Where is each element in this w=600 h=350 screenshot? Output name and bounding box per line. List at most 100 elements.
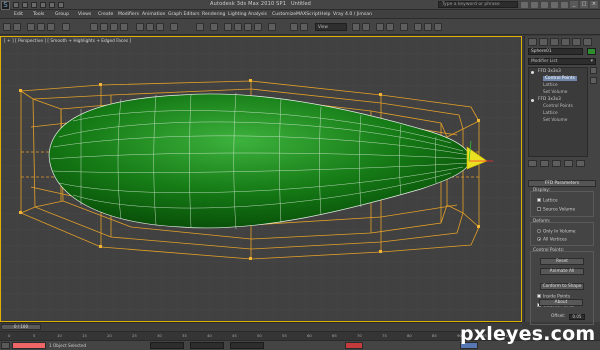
- menu-customize[interactable]: Customize: [272, 12, 296, 17]
- menu-tools[interactable]: Tools: [33, 12, 44, 17]
- layer-manager-icon[interactable]: [352, 23, 360, 31]
- percent-snap-icon[interactable]: [244, 23, 252, 31]
- menu-graph-editors[interactable]: Graph Editors: [168, 12, 200, 17]
- show-end-result-icon[interactable]: [540, 160, 549, 167]
- selection-filter-icon[interactable]: [62, 23, 70, 31]
- menu-animation[interactable]: Animation: [142, 12, 165, 17]
- binoculars-icon[interactable]: [521, 2, 528, 8]
- undo-icon[interactable]: [40, 2, 46, 8]
- manipulate-icon[interactable]: [210, 23, 218, 31]
- menu-help[interactable]: Help: [320, 12, 330, 17]
- light-bulb-icon[interactable]: [531, 71, 534, 74]
- menu-maxscript[interactable]: MAXScript: [296, 12, 320, 17]
- object-name-field[interactable]: Sphere01: [528, 48, 583, 55]
- stack-item-set-volume-1[interactable]: Set Volume: [543, 90, 567, 95]
- align-icon[interactable]: [300, 23, 308, 31]
- stack-item-lattice-1[interactable]: Lattice: [543, 83, 558, 88]
- ffd-parameters-rollout[interactable]: FFD Parameters: [528, 180, 596, 187]
- render-production-icon[interactable]: [434, 23, 442, 31]
- time-slider[interactable]: 0 / 100: [1, 324, 41, 330]
- hierarchy-tab-icon[interactable]: [550, 38, 559, 46]
- menu-lighting-analysis[interactable]: Lighting Analysis: [228, 12, 267, 17]
- communication-icon[interactable]: [541, 2, 548, 8]
- pin-stack-icon[interactable]: [528, 160, 537, 167]
- move-icon[interactable]: [136, 23, 144, 31]
- spinner-snap-icon[interactable]: [254, 23, 262, 31]
- display-tab-icon[interactable]: [572, 38, 581, 46]
- animate-all-button[interactable]: Animate All: [540, 268, 584, 275]
- create-tab-icon[interactable]: [528, 38, 537, 46]
- save-file-icon[interactable]: [31, 2, 37, 8]
- only-in-volume-radio[interactable]: Only In Volume: [537, 229, 576, 235]
- material-editor-icon[interactable]: [400, 23, 408, 31]
- stack-item-control-points-2[interactable]: Control Points: [543, 104, 573, 109]
- about-button[interactable]: About: [539, 299, 583, 306]
- unlink-icon[interactable]: [37, 23, 45, 31]
- named-selection-icon[interactable]: [268, 23, 276, 31]
- stack-item-set-volume-2[interactable]: Set Volume: [543, 118, 567, 123]
- open-file-icon[interactable]: [22, 2, 28, 8]
- help-icon[interactable]: [561, 2, 568, 8]
- perspective-viewport[interactable]: [ + ] [ Perspective ] [ Smooth + Highlig…: [0, 36, 522, 322]
- reset-button[interactable]: Reset: [540, 258, 584, 265]
- mirror-icon[interactable]: [290, 23, 298, 31]
- utilities-tab-icon[interactable]: [583, 38, 592, 46]
- motion-tab-icon[interactable]: [561, 38, 570, 46]
- offset-spinner[interactable]: 0.05: [569, 314, 585, 320]
- pivot-center-icon[interactable]: [196, 23, 204, 31]
- maxscript-listener-icon[interactable]: [1, 342, 10, 349]
- track-bar[interactable]: 0 5 10 15 20 25 30 35 40 45 50 55 60 65 …: [0, 331, 522, 340]
- conform-to-shape-button[interactable]: Conform to Shape: [540, 283, 584, 290]
- z-coordinate-field[interactable]: [230, 342, 264, 349]
- rotate-icon[interactable]: [146, 23, 154, 31]
- app-logo-icon[interactable]: S: [1, 1, 10, 10]
- search-input[interactable]: Type a keyword or phrase: [438, 1, 518, 8]
- schematic-view-icon[interactable]: [386, 23, 394, 31]
- bind-space-warp-icon[interactable]: [47, 23, 55, 31]
- stack-item-ffd-2[interactable]: FFD 3x3x3: [538, 97, 561, 102]
- angle-snap-icon[interactable]: [234, 23, 242, 31]
- menu-modifiers[interactable]: Modifiers: [118, 12, 139, 17]
- scale-icon[interactable]: [156, 23, 164, 31]
- light-bulb-icon[interactable]: [531, 99, 534, 102]
- link-icon[interactable]: [27, 23, 35, 31]
- undo-tool-icon[interactable]: [3, 23, 11, 31]
- stack-item-control-points-1[interactable]: Control Points: [543, 76, 577, 81]
- scroll-down-icon[interactable]: [590, 77, 597, 84]
- lattice-checkbox[interactable]: Lattice: [537, 198, 558, 204]
- snap-toggle-icon[interactable]: [224, 23, 232, 31]
- window-crossing-icon[interactable]: [120, 23, 128, 31]
- modifier-stack[interactable]: FFD 3x3x3 Control Points Lattice Set Vol…: [528, 67, 588, 157]
- object-color-swatch[interactable]: [587, 48, 596, 55]
- configure-sets-icon[interactable]: [576, 160, 585, 167]
- redo-tool-icon[interactable]: [13, 23, 21, 31]
- project-folder-icon[interactable]: [58, 2, 64, 8]
- stack-item-ffd-1[interactable]: FFD 3x3x3: [538, 69, 561, 74]
- maxscript-mini-listener[interactable]: [12, 342, 46, 349]
- menu-edit[interactable]: Edit: [14, 12, 23, 17]
- graphite-ribbon-icon[interactable]: [362, 23, 370, 31]
- reference-coord-icon[interactable]: [170, 23, 178, 31]
- maximize-button[interactable]: □: [580, 1, 588, 8]
- minimize-button[interactable]: _: [570, 1, 578, 8]
- all-vertices-radio[interactable]: All Vertices: [537, 237, 567, 243]
- menu-create[interactable]: Create: [98, 12, 113, 17]
- menu-group[interactable]: Group: [55, 12, 69, 17]
- viewport-label[interactable]: [ + ] [ Perspective ] [ Smooth + Highlig…: [4, 39, 131, 44]
- select-object-icon[interactable]: [90, 23, 98, 31]
- auto-key-button[interactable]: [345, 342, 363, 349]
- menu-views[interactable]: Views: [78, 12, 91, 17]
- modifier-list-dropdown[interactable]: Modifier List: [528, 58, 596, 65]
- favorites-icon[interactable]: [551, 2, 558, 8]
- menu-vray[interactable]: Vray 4.0 / Jimsan: [333, 12, 372, 17]
- make-unique-icon[interactable]: [552, 160, 561, 167]
- render-setup-icon[interactable]: [414, 23, 422, 31]
- x-coordinate-field[interactable]: [150, 342, 184, 349]
- y-coordinate-field[interactable]: [190, 342, 224, 349]
- view-select-dropdown[interactable]: View: [315, 23, 347, 31]
- remove-modifier-icon[interactable]: [564, 160, 573, 167]
- rendered-frame-icon[interactable]: [424, 23, 432, 31]
- time-slider-bar[interactable]: 0 / 100: [0, 322, 522, 331]
- source-volume-checkbox[interactable]: Source Volume: [537, 207, 575, 213]
- subscription-icon[interactable]: [531, 2, 538, 8]
